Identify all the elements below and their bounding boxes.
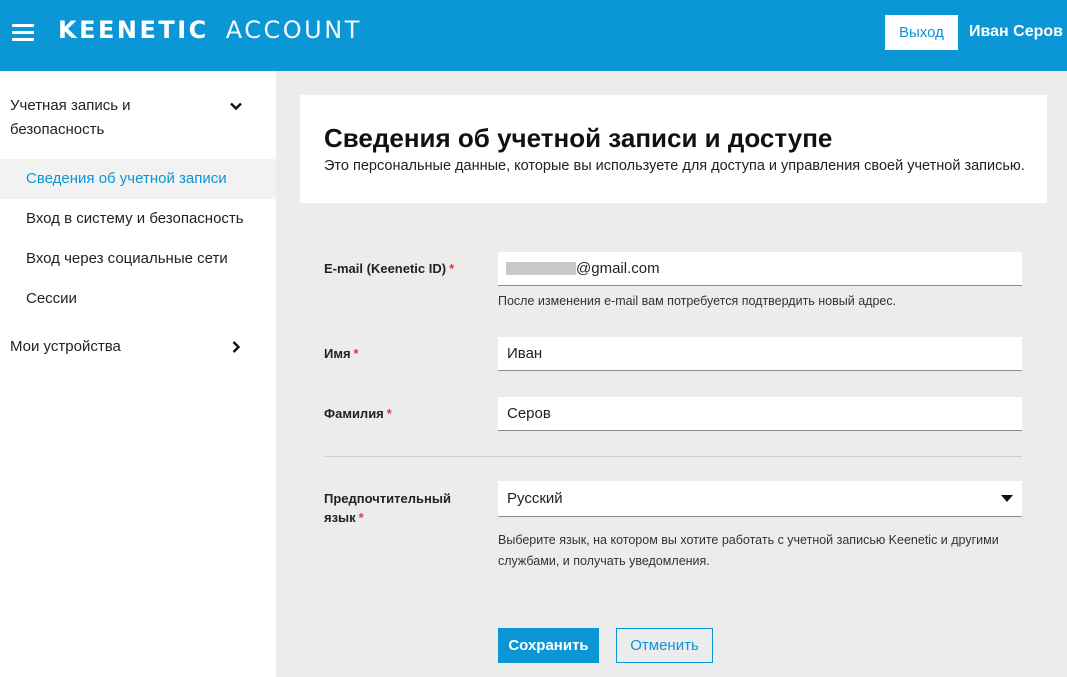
email-label: E-mail (Keenetic ID) * (324, 259, 454, 278)
sidebar-item-label: Сведения об учетной записи (26, 170, 227, 187)
sidebar-item-label: Вход в систему и безопасность (26, 210, 244, 227)
last-name-label: Фамилия * (324, 404, 392, 423)
language-label-line2: язык (324, 510, 356, 525)
page-subtitle: Это персональные данные, которые вы испо… (324, 158, 1025, 174)
last-name-label-text: Фамилия (324, 406, 384, 421)
language-select[interactable]: Русский (498, 481, 1022, 517)
caret-down-icon (1001, 495, 1013, 502)
email-input[interactable] (576, 252, 1006, 285)
sidebar: Учетная запись и безопасность Сведения о… (0, 71, 276, 677)
email-field[interactable] (498, 252, 1022, 286)
page-title: Сведения об учетной записи и доступе (324, 123, 833, 153)
required-mark: * (353, 346, 359, 361)
sidebar-group-devices[interactable]: Мои устройства (10, 335, 230, 359)
required-mark: * (358, 510, 364, 525)
sidebar-group-label: Учетная запись и безопасность (10, 97, 131, 138)
sidebar-item-label: Сессии (26, 290, 77, 307)
page-header-card: Сведения об учетной записи и доступе Это… (300, 95, 1047, 203)
language-hint-line2: службами, и получать уведомления. (498, 554, 710, 568)
logout-button[interactable]: Выход (885, 15, 958, 50)
top-bar: KEENETIC ACCOUNT Выход Иван Серов (0, 0, 1067, 71)
sidebar-item-label: Вход через социальные сети (26, 250, 228, 267)
chevron-right-icon[interactable] (229, 340, 243, 354)
redacted-email-mask (506, 262, 576, 275)
last-name-input[interactable] (498, 397, 1022, 431)
cancel-button[interactable]: Отменить (616, 628, 713, 663)
sidebar-group-label: Мои устройства (10, 338, 121, 355)
language-hint: Выберите язык, на котором вы хотите рабо… (498, 530, 999, 572)
sidebar-item-account-info[interactable]: Сведения об учетной записи (0, 159, 276, 199)
first-name-label-text: Имя (324, 346, 351, 361)
sidebar-item-sessions[interactable]: Сессии (0, 279, 276, 319)
language-select-value: Русский (507, 490, 563, 507)
logo-product: ACCOUNT (225, 16, 362, 44)
email-hint: После изменения e-mail вам потребуется п… (498, 294, 897, 308)
language-label-line1: Предпочтительный (324, 491, 451, 506)
logo-wordmark: KEENETIC (58, 16, 209, 44)
required-mark: * (386, 406, 392, 421)
first-name-input[interactable] (498, 337, 1022, 371)
menu-icon[interactable] (12, 24, 34, 42)
first-name-label: Имя * (324, 344, 359, 363)
required-mark: * (449, 261, 455, 276)
sidebar-item-login-security[interactable]: Вход в систему и безопасность (0, 199, 276, 239)
user-name[interactable]: Иван Серов (969, 23, 1063, 41)
language-label: Предпочтительный язык * (324, 489, 451, 527)
chevron-down-icon[interactable] (229, 99, 243, 113)
save-button[interactable]: Сохранить (498, 628, 599, 663)
brand-logo[interactable]: KEENETIC ACCOUNT (58, 14, 362, 46)
language-hint-line1: Выберите язык, на котором вы хотите рабо… (498, 533, 999, 547)
sidebar-item-social-login[interactable]: Вход через социальные сети (0, 239, 276, 279)
divider (324, 456, 1022, 457)
sidebar-group-account[interactable]: Учетная запись и безопасность (10, 94, 140, 142)
email-label-text: E-mail (Keenetic ID) (324, 261, 447, 276)
